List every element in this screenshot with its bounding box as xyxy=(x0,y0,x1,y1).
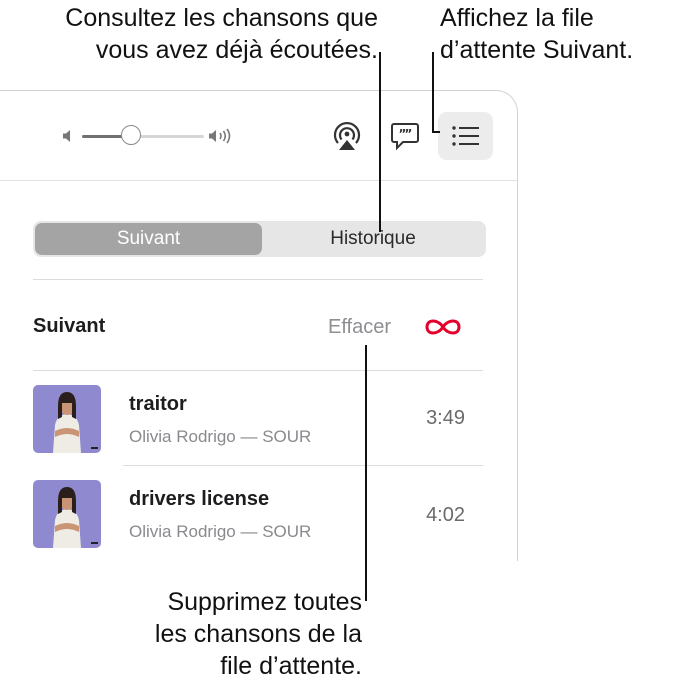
divider xyxy=(33,279,483,280)
clear-queue-button[interactable]: Effacer xyxy=(328,316,391,339)
infinity-icon[interactable] xyxy=(423,316,463,338)
queue-list-icon xyxy=(452,126,479,146)
volume-low-icon xyxy=(63,130,70,142)
callout-clear-line-3: file d’attente. xyxy=(220,652,362,680)
divider xyxy=(33,370,483,371)
tab-historique[interactable]: Historique xyxy=(262,223,484,255)
callout-history-line-2: vous avez déjà écoutées. xyxy=(95,36,378,64)
track-duration: 3:49 xyxy=(426,407,465,429)
track-artist-album: Olivia Rodrigo — SOUR xyxy=(129,427,312,446)
leader-line-queue xyxy=(432,52,434,132)
volume-slider[interactable] xyxy=(82,135,204,138)
callout-history-line-1: Consultez les chansons que xyxy=(65,4,378,32)
volume-knob[interactable] xyxy=(120,125,141,145)
leader-line-clear xyxy=(365,345,367,601)
divider xyxy=(123,465,483,466)
queue-history-switch: Suivant Historique xyxy=(33,221,486,257)
callout-clear-line-1: Supprimez toutes xyxy=(167,588,362,616)
toolbar: ” ” xyxy=(0,91,517,181)
callout-queue: Affichez la file d’attente Suivant. xyxy=(440,2,633,66)
callout-queue-line-1: Affichez la file xyxy=(440,4,594,32)
track-duration: 4:02 xyxy=(426,504,465,526)
lyrics-icon[interactable]: ” ” xyxy=(390,121,420,153)
svg-text:”: ” xyxy=(405,127,413,141)
callout-clear: Supprimez toutes les chansons de la file… xyxy=(155,586,362,682)
queue-button[interactable] xyxy=(438,112,493,160)
airplay-icon[interactable] xyxy=(330,119,364,153)
leader-line-queue xyxy=(432,131,440,133)
callout-queue-line-2: d’attente Suivant. xyxy=(440,36,634,64)
volume-high-icon xyxy=(209,128,231,144)
callout-history: Consultez les chansons que vous avez déj… xyxy=(65,2,378,66)
track-title: traitor xyxy=(129,393,187,415)
track-artist-album: Olivia Rodrigo — SOUR xyxy=(129,522,312,541)
album-artwork xyxy=(33,480,101,548)
player-panel: ” ” Suivant Historique Suivant Effacer t… xyxy=(0,90,518,561)
track-title: drivers license xyxy=(129,488,270,510)
queue-section-title: Suivant xyxy=(33,315,106,337)
callout-clear-line-2: les chansons de la xyxy=(154,620,362,648)
leader-line-history xyxy=(379,52,381,232)
track-row[interactable]: traitor Olivia Rodrigo — SOUR 3:49 xyxy=(33,385,483,455)
track-row[interactable]: drivers license Olivia Rodrigo — SOUR 4:… xyxy=(33,480,483,550)
tab-suivant[interactable]: Suivant xyxy=(35,223,262,255)
album-artwork xyxy=(33,385,101,453)
